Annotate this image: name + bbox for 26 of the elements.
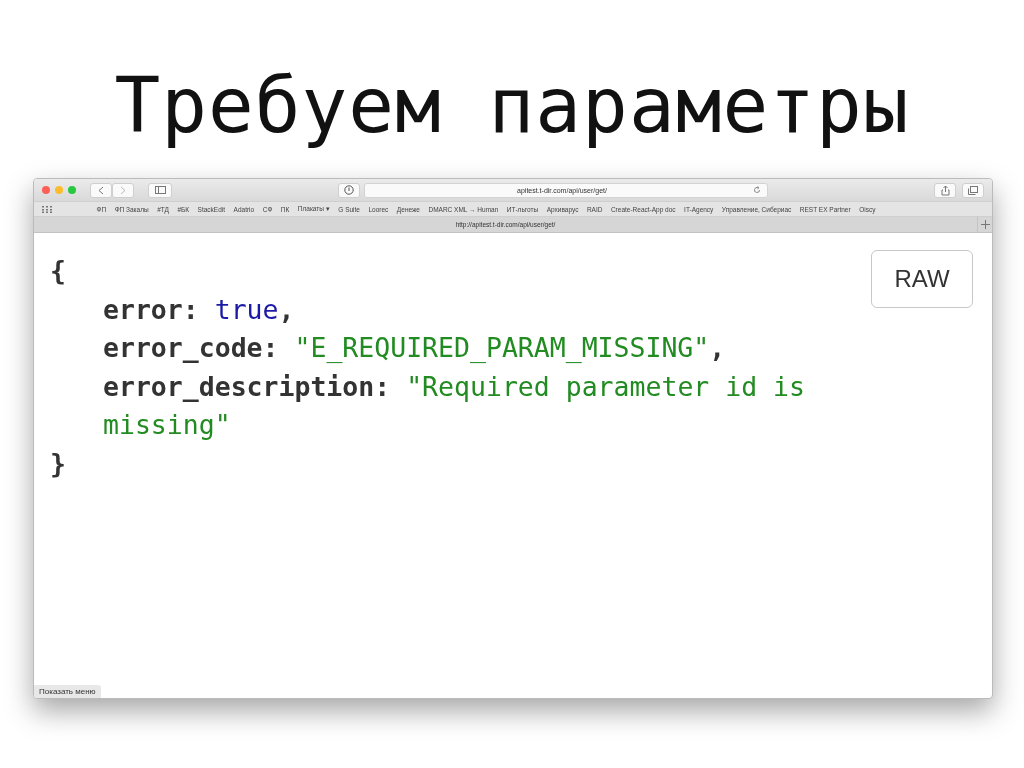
share-icon (940, 184, 950, 196)
chevron-left-icon (98, 185, 104, 195)
raw-button[interactable]: RAW (871, 250, 973, 308)
info-button[interactable] (338, 182, 360, 198)
sidebar-icon (154, 186, 166, 194)
info-icon (344, 185, 354, 195)
grid-icon[interactable] (42, 205, 52, 213)
zoom-button[interactable] (68, 186, 76, 194)
tabs-icon (968, 185, 978, 195)
share-button[interactable] (934, 182, 956, 198)
back-button[interactable] (90, 182, 112, 198)
status-text: Показать меню (34, 685, 101, 698)
json-line: error: true, (103, 292, 295, 327)
close-button[interactable] (42, 186, 50, 194)
json-line: { (50, 254, 66, 288)
forward-button[interactable] (112, 182, 134, 198)
chevron-right-icon (120, 185, 126, 195)
sidebar-button[interactable] (148, 182, 172, 198)
slide-title: Требуем параметры (114, 60, 910, 152)
tabs-button[interactable] (962, 182, 984, 198)
new-tab-button[interactable] (977, 217, 992, 232)
json-line: } (50, 446, 66, 481)
reload-icon[interactable] (753, 186, 761, 194)
json-line: error_code: "E_REQUIRED_PARAM_MISSING", (103, 331, 726, 365)
json-line: error_description: "Required parameter id is missing" (103, 369, 806, 442)
plus-icon (980, 220, 990, 229)
